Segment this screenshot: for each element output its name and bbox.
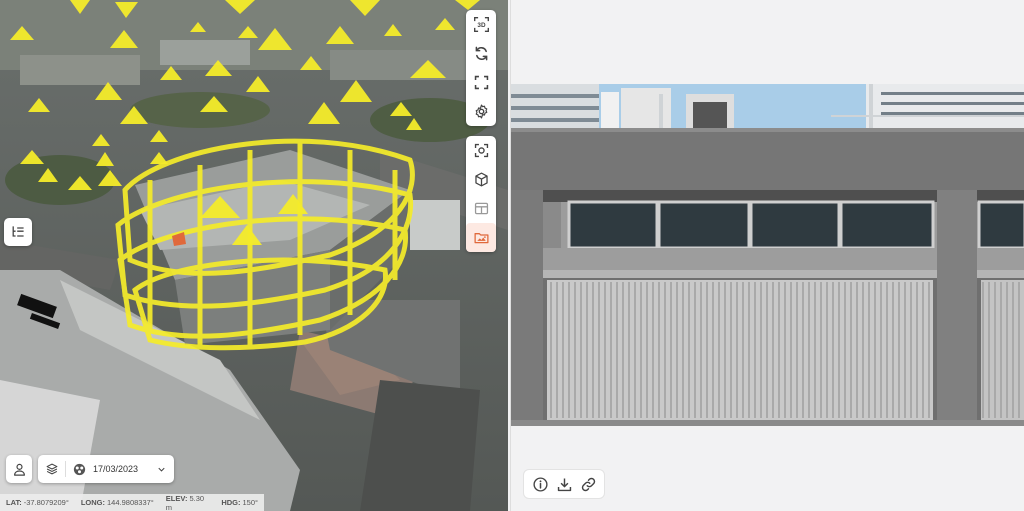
capture-date-value: 17/03/2023 — [93, 464, 139, 474]
user-button[interactable] — [6, 455, 32, 483]
gear-icon — [475, 104, 487, 119]
3d-icon: 3D — [473, 17, 489, 32]
tree-list-icon — [12, 226, 24, 237]
layers-icon — [46, 463, 58, 475]
coordinate-readout: LAT: -37.8079209° LONG: 144.9808337° ELEV:… — [0, 494, 264, 511]
photo-image — [511, 84, 1024, 426]
split-view-button[interactable] — [466, 194, 496, 223]
3d-viewer[interactable]: 3D 17/03/2023 LAT: -37.8079209° LONG: 14… — [0, 0, 508, 511]
link-icon — [581, 477, 595, 491]
download-button[interactable] — [553, 473, 575, 495]
app-root: 3D 17/03/2023 LAT: -37.8079209° LONG: 14… — [0, 0, 1024, 511]
photo-folder-icon — [473, 233, 489, 244]
inspection-photo[interactable] — [511, 84, 1024, 426]
divider — [65, 461, 66, 477]
longitude: LONG: 144.9808337° — [80, 498, 154, 507]
focus-icon — [474, 143, 488, 158]
fullscreen-button[interactable] — [466, 68, 496, 97]
split-view-icon — [474, 202, 488, 215]
view-toolbar: 3D — [466, 10, 496, 126]
settings-button[interactable] — [466, 97, 496, 126]
refresh-button[interactable] — [466, 39, 496, 68]
info-button[interactable] — [529, 473, 551, 495]
3d-mode-label: 3D — [477, 22, 486, 29]
3d-scene[interactable] — [0, 0, 508, 511]
link-button[interactable] — [577, 473, 599, 495]
photo-panel — [510, 0, 1024, 511]
fullscreen-icon — [474, 75, 488, 90]
cube-icon — [474, 172, 488, 187]
download-icon — [557, 478, 571, 491]
elevation: ELEV: 5.30 m — [165, 493, 205, 511]
photos-button[interactable] — [466, 223, 496, 252]
photo-actions — [523, 469, 605, 499]
tools-toolbar — [466, 136, 496, 252]
layers-tree-button[interactable] — [4, 218, 32, 246]
model-button[interactable] — [466, 165, 496, 194]
info-icon — [532, 476, 548, 492]
capture-date-select[interactable]: 17/03/2023 — [38, 455, 174, 483]
focus-button[interactable] — [466, 136, 496, 165]
chevron-down-icon — [158, 467, 165, 472]
heading: HDG: 150° — [221, 498, 258, 507]
refresh-icon — [475, 46, 487, 61]
capture-type-icon — [73, 463, 86, 475]
user-icon — [13, 463, 25, 476]
latitude: LAT: -37.8079209° — [6, 498, 69, 507]
3d-mode-button[interactable]: 3D — [466, 10, 496, 39]
